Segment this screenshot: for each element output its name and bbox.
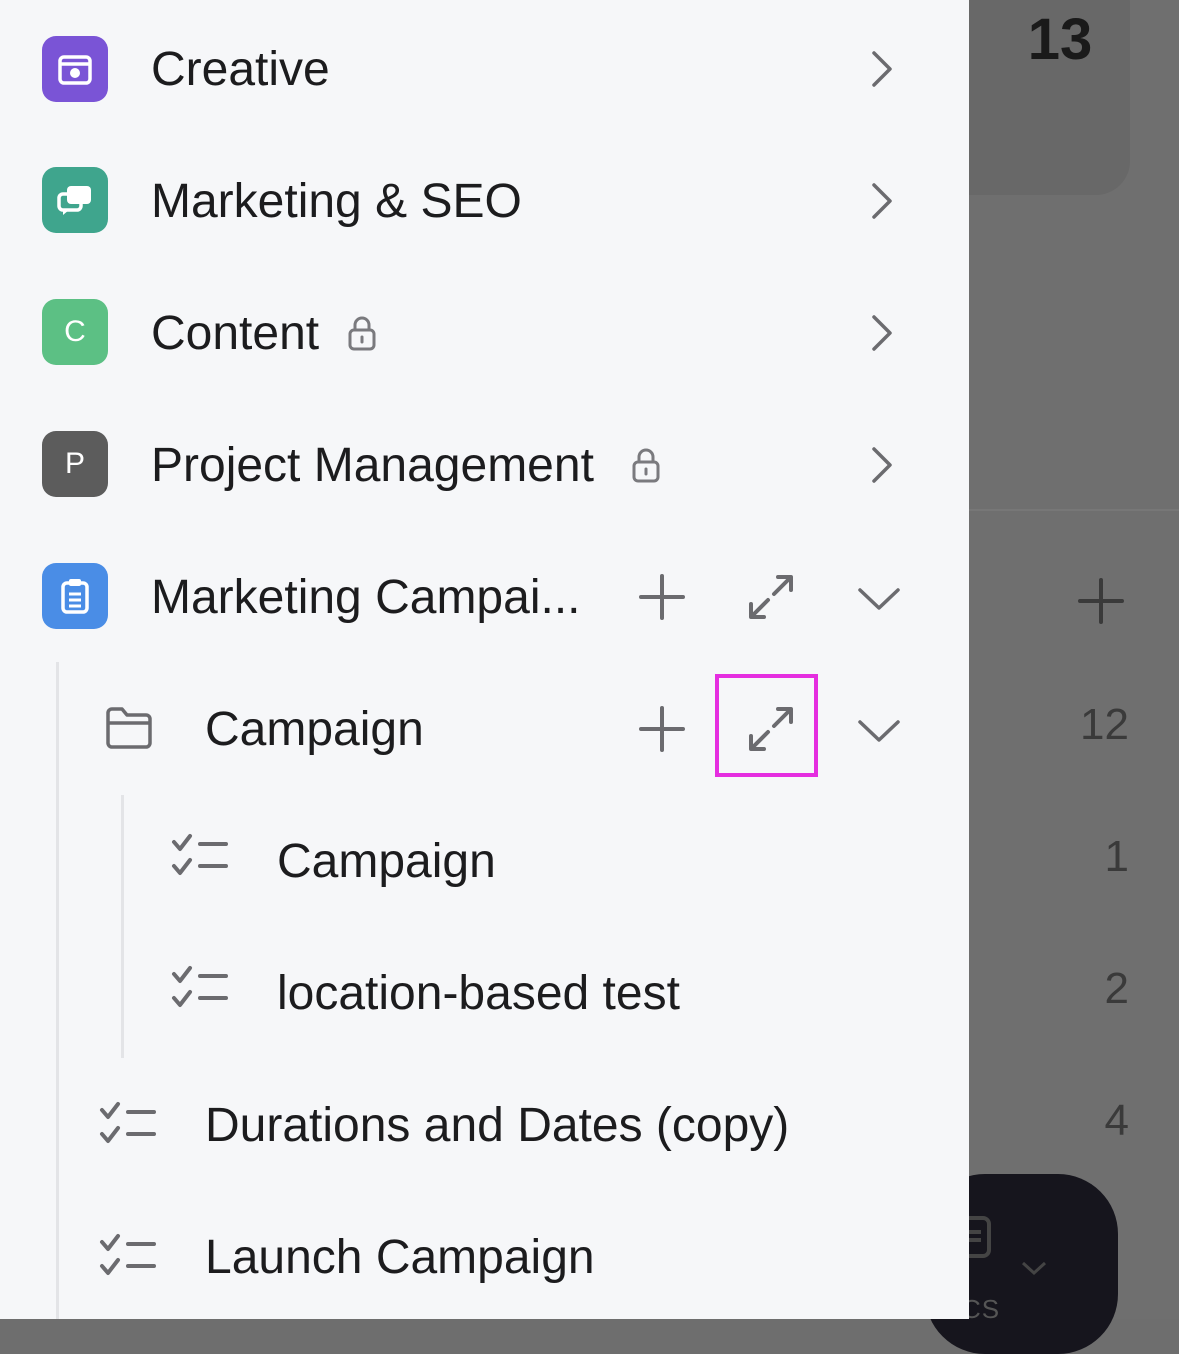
space-label: Project Management [151,439,594,492]
sidebar-panel: Creative Marketing & SEO C Content P Pro… [0,0,969,1319]
space-item-project-management[interactable]: P Project Management [0,398,969,530]
list-item-durations-and-dates[interactable]: Durations and Dates (copy) [0,1058,969,1190]
background-count: 2 [1104,964,1129,1013]
add-icon[interactable] [638,705,686,753]
calendar-icon [42,36,108,102]
folder-label: Campaign [205,703,424,756]
space-item-creative[interactable]: Creative [0,2,969,134]
list-label: location-based test [277,967,680,1020]
folder-icon [106,707,152,749]
letter-avatar: C [42,299,108,365]
list-label: Campaign [277,835,496,888]
background-count: 12 [1080,700,1129,749]
space-label: Marketing & SEO [151,175,522,228]
highlight-box [715,674,818,777]
background-chevron-down-icon [1021,1261,1047,1276]
chevron-down-icon[interactable] [856,716,902,746]
list-item-location-based-test[interactable]: location-based test [0,926,969,1058]
chevron-down-icon[interactable] [856,584,902,614]
lock-icon [348,316,376,351]
checklist-icon [172,966,228,1007]
add-icon[interactable] [638,573,686,621]
checklist-icon [100,1102,156,1143]
space-label: Marketing Campai... [151,571,581,624]
background-count: 1 [1104,832,1129,881]
space-item-marketing-campaign[interactable]: Marketing Campai... [0,530,969,662]
space-label: Content [151,307,320,360]
space-item-content[interactable]: C Content [0,266,969,398]
chevron-right-icon [872,315,892,351]
clipboard-icon [42,563,108,629]
background-divider [969,509,1179,511]
lock-icon [632,448,660,483]
folder-item-campaign[interactable]: Campaign [0,662,969,794]
chevron-right-icon [872,51,892,87]
letter-avatar: P [42,431,108,497]
chevron-right-icon [872,447,892,483]
list-label: Launch Campaign [205,1231,595,1284]
background-count: 4 [1104,1096,1129,1145]
expand-icon[interactable] [746,572,796,622]
list-item-campaign[interactable]: Campaign [0,794,969,926]
space-label: Creative [151,43,330,96]
chat-bubbles-icon [42,167,108,233]
background-top-count: 13 [1027,7,1093,72]
space-item-marketing-seo[interactable]: Marketing & SEO [0,134,969,266]
list-item-launch-campaign[interactable]: Launch Campaign [0,1190,969,1319]
background-plus-icon [1078,578,1124,624]
chevron-right-icon [872,183,892,219]
list-label: Durations and Dates (copy) [205,1099,790,1152]
checklist-icon [172,834,228,875]
checklist-icon [100,1234,156,1275]
